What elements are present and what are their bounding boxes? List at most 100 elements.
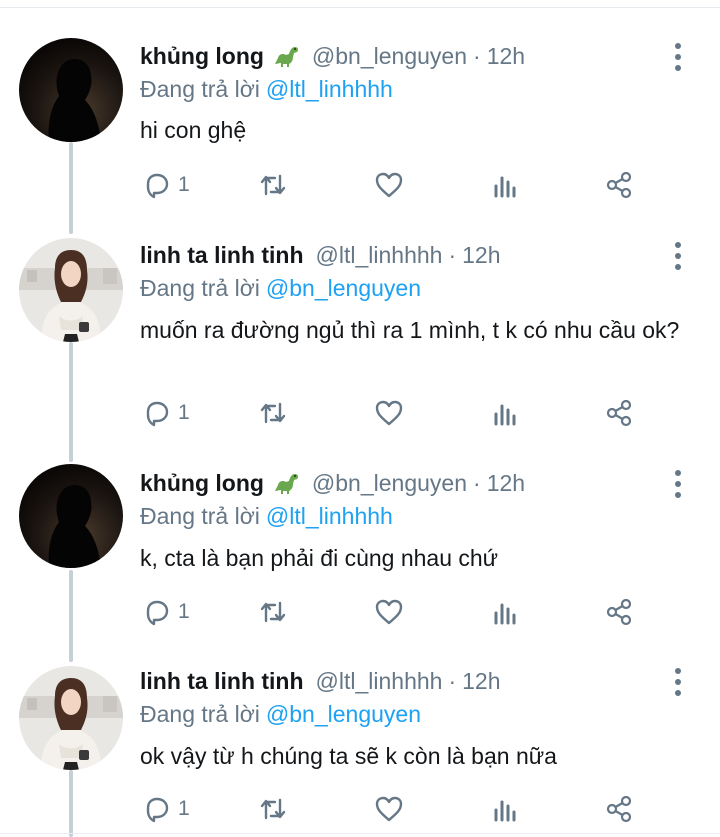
mention-link[interactable]: @bn_lenguyen [266,275,421,301]
like-button[interactable] [374,595,404,629]
share-button[interactable] [604,396,634,430]
tweet-text: ok vậy từ h chúng ta sẽ k còn là bạn nữa [140,743,557,769]
replying-to-label: Đang trả lời [140,503,260,529]
more-icon[interactable] [668,239,688,273]
share-icon [606,171,632,199]
share-icon [606,598,632,626]
user-handle[interactable]: @bn_lenguyen [312,470,467,497]
stats-button[interactable] [490,168,520,202]
like-button[interactable] [374,168,404,202]
like-button[interactable] [374,396,404,430]
retweet-icon [260,402,286,424]
timestamp[interactable]: 12h [487,43,525,70]
mention-link[interactable]: @ltl_linhhhh [266,76,393,102]
avatar[interactable] [19,464,123,568]
tweet[interactable]: khủng long @bn_lenguyen · 12h Đang trả l… [0,456,720,656]
retweet-icon [260,174,286,196]
retweet-button[interactable] [258,792,288,826]
replying-to-label: Đang trả lời [140,275,260,301]
separator-dot: · [473,469,481,496]
like-icon [375,400,403,426]
like-icon [375,599,403,625]
like-button[interactable] [374,792,404,826]
share-button[interactable] [604,595,634,629]
more-icon[interactable] [668,40,688,74]
stats-button[interactable] [490,595,520,629]
reply-icon [146,600,169,626]
dinosaur-icon [274,47,298,67]
separator-dot: · [448,667,457,694]
replying-to-label: Đang trả lời [140,76,260,102]
more-icon[interactable] [668,467,688,501]
stats-icon [494,404,516,426]
user-handle[interactable]: @ltl_linhhhh [316,242,443,269]
tweet-actions: 1 [140,595,700,629]
stats-icon [494,176,516,198]
reply-button[interactable]: 1 [142,595,190,629]
retweet-button[interactable] [258,595,288,629]
reply-thread: khủng long @bn_lenguyen · 12h Đang trả l… [0,0,720,837]
reply-icon [146,797,169,823]
reply-count: 1 [178,797,190,820]
timestamp[interactable]: 12h [462,242,500,269]
replying-to: Đang trả lời @bn_lenguyen [140,275,421,302]
avatar[interactable] [19,666,123,770]
mention-link[interactable]: @bn_lenguyen [266,701,421,727]
tweet-header: linh ta linh tinh @ltl_linhhhh · 12h [140,666,501,696]
like-icon [375,172,403,198]
reply-icon [146,401,169,427]
reply-count: 1 [178,173,190,196]
replying-to: Đang trả lời @ltl_linhhhh [140,503,393,530]
replying-to: Đang trả lời @ltl_linhhhh [140,76,393,103]
like-icon [375,796,403,822]
dinosaur-icon [274,474,298,494]
tweet-text: muốn ra đường ngủ thì ra 1 mình, t k có … [140,317,680,343]
timestamp[interactable]: 12h [487,470,525,497]
reply-count: 1 [178,401,190,424]
mention-link[interactable]: @ltl_linhhhh [266,503,393,529]
display-name[interactable]: linh ta linh tinh [140,668,304,695]
replying-to: Đang trả lời @bn_lenguyen [140,701,421,728]
tweet-header: khủng long @bn_lenguyen · 12h [140,468,525,498]
tweet-text: hi con ghệ [140,117,247,143]
retweet-button[interactable] [258,168,288,202]
tweet[interactable]: linh ta linh tinh @ltl_linhhhh · 12h Đan… [0,228,720,456]
retweet-button[interactable] [258,396,288,430]
reply-count: 1 [178,600,190,623]
replying-to-label: Đang trả lời [140,701,260,727]
tweet[interactable]: linh ta linh tinh @ltl_linhhhh · 12h Đan… [0,656,720,837]
tweet-header: khủng long @bn_lenguyen · 12h [140,41,525,71]
tweet-header: linh ta linh tinh @ltl_linhhhh · 12h [140,240,501,270]
timestamp[interactable]: 12h [462,668,500,695]
user-handle[interactable]: @ltl_linhhhh [316,668,443,695]
avatar[interactable] [19,238,123,342]
share-button[interactable] [604,168,634,202]
share-icon [606,399,632,427]
display-name[interactable]: khủng long [140,43,264,70]
share-icon [606,795,632,823]
stats-button[interactable] [490,792,520,826]
tweet-actions: 1 [140,396,700,430]
tweet-text: k, cta là bạn phải đi cùng nhau chứ [140,545,499,571]
retweet-icon [260,798,286,820]
stats-button[interactable] [490,396,520,430]
share-button[interactable] [604,792,634,826]
reply-button[interactable]: 1 [142,168,190,202]
display-name[interactable]: linh ta linh tinh [140,242,304,269]
user-handle[interactable]: @bn_lenguyen [312,43,467,70]
tweet-actions: 1 [140,792,700,826]
separator-dot: · [473,42,481,69]
reply-icon [146,173,169,199]
tweet[interactable]: khủng long @bn_lenguyen · 12h Đang trả l… [0,0,720,228]
more-icon[interactable] [668,665,688,699]
reply-button[interactable]: 1 [142,792,190,826]
tweet-actions: 1 [140,168,700,202]
separator-dot: · [448,241,457,268]
display-name[interactable]: khủng long [140,470,264,497]
stats-icon [494,603,516,625]
bottom-divider [0,833,720,837]
retweet-icon [260,601,286,623]
reply-button[interactable]: 1 [142,396,190,430]
avatar[interactable] [19,38,123,142]
stats-icon [494,800,516,822]
